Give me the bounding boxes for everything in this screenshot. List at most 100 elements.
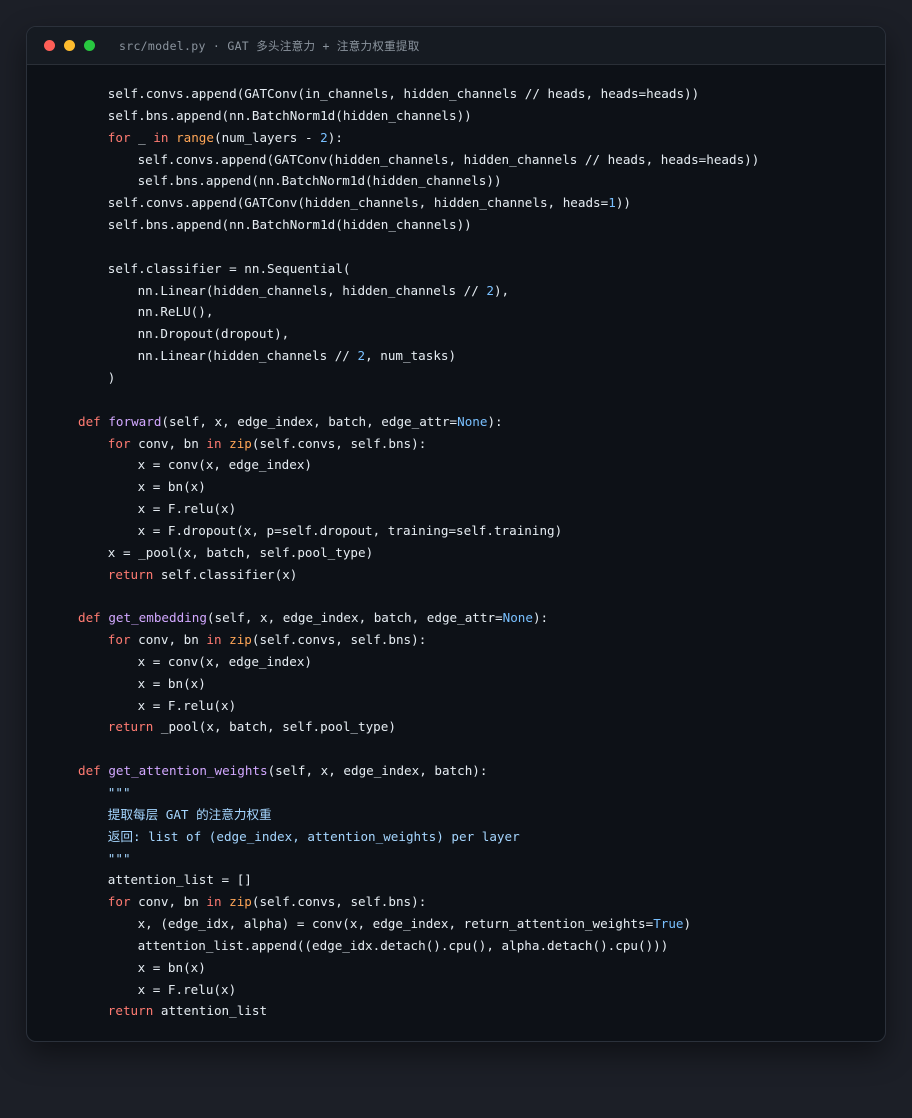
- code-line: attention_list.append((edge_idx.detach()…: [78, 935, 885, 957]
- code-token: """: [107, 785, 131, 800]
- code-token: 1: [608, 195, 616, 211]
- code-token: (num_layers -: [213, 129, 321, 145]
- code-line: self.bns.append(nn.BatchNorm1d(hidden_ch…: [78, 170, 885, 192]
- code-token: in: [206, 894, 222, 910]
- code-token: attention_list: [153, 1003, 268, 1019]
- code-token: nn.Dropout(dropout),: [137, 326, 290, 342]
- code-token: range: [176, 129, 214, 145]
- code-token: """: [107, 850, 131, 866]
- code-token: zip: [229, 632, 252, 648]
- code-token: x = bn(x): [137, 675, 206, 691]
- code-token: return: [107, 1003, 154, 1019]
- code-line: x = F.relu(x): [78, 695, 885, 717]
- code-token: (self.convs, self.bns):: [251, 435, 427, 451]
- code-token: _pool(x, batch, self.pool_type): [153, 719, 396, 735]
- minimize-window-button[interactable]: [64, 40, 75, 51]
- code-line: def get_attention_weights(self, x, edge_…: [78, 760, 885, 782]
- code-token: zip: [229, 435, 252, 451]
- code-line: x = F.relu(x): [78, 498, 885, 520]
- code-line: for conv, bn in zip(self.convs, self.bns…: [78, 629, 885, 651]
- code-token: get_attention_weights: [108, 763, 268, 779]
- code-line: nn.ReLU(),: [78, 301, 885, 323]
- code-line: def forward(self, x, edge_index, batch, …: [78, 411, 885, 433]
- code-token: None: [457, 413, 488, 429]
- code-token: def: [78, 763, 101, 779]
- code-token: 2: [320, 129, 328, 145]
- code-line: return _pool(x, batch, self.pool_type): [78, 716, 885, 738]
- code-token: ):: [327, 129, 343, 145]
- code-line: x = bn(x): [78, 673, 885, 695]
- code-token: x = bn(x): [137, 479, 206, 495]
- code-token: x = F.dropout(x, p=self.dropout, trainin…: [137, 522, 563, 538]
- code-line: x = bn(x): [78, 957, 885, 979]
- code-line: ): [78, 367, 885, 389]
- code-token: _: [130, 129, 154, 145]
- window-title: src/model.py · GAT 多头注意力 + 注意力权重提取: [119, 38, 420, 53]
- code-token: (self.convs, self.bns):: [251, 894, 427, 910]
- code-token: in: [206, 435, 222, 451]
- code-line: x, (edge_idx, alpha) = conv(x, edge_inde…: [78, 913, 885, 935]
- code-token: (self, x, edge_index, batch, edge_attr=: [206, 610, 503, 626]
- code-line: attention_list = []: [78, 869, 885, 891]
- code-token: in: [206, 632, 222, 648]
- code-token: 2: [357, 348, 366, 364]
- code-token: self.bns.append(nn.BatchNorm1d(hidden_ch…: [107, 107, 472, 123]
- code-token: (self.convs, self.bns):: [251, 632, 427, 648]
- code-token: 返回: list of (edge_index, attention_weigh…: [107, 828, 520, 844]
- code-token: get_embedding: [108, 610, 207, 626]
- code-token: (self, x, edge_index, batch):: [267, 763, 488, 779]
- code-token: attention_list = []: [107, 872, 252, 888]
- code-token: self.bns.append(nn.BatchNorm1d(hidden_ch…: [107, 217, 472, 233]
- code-token: x = conv(x, edge_index): [137, 653, 312, 669]
- code-line: x = _pool(x, batch, self.pool_type): [78, 542, 885, 564]
- code-token: nn.Linear(hidden_channels, hidden_channe…: [137, 282, 487, 298]
- code-line: self.bns.append(nn.BatchNorm1d(hidden_ch…: [78, 214, 885, 236]
- code-token: self.bns.append(nn.BatchNorm1d(hidden_ch…: [137, 173, 502, 189]
- code-token: nn.ReLU(),: [137, 304, 214, 320]
- code-token: 2: [486, 282, 494, 298]
- code-token: def: [78, 610, 101, 626]
- code-token: ): [107, 369, 116, 385]
- code-token: x = _pool(x, batch, self.pool_type): [107, 544, 374, 560]
- code-line: nn.Linear(hidden_channels, hidden_channe…: [78, 280, 885, 302]
- code-line: x = bn(x): [78, 476, 885, 498]
- code-token: for: [107, 632, 131, 648]
- code-token: conv, bn: [130, 632, 207, 648]
- close-window-button[interactable]: [44, 40, 55, 51]
- code-line: for conv, bn in zip(self.convs, self.bns…: [78, 891, 885, 913]
- code-line: """: [78, 848, 885, 870]
- code-token: self.classifier(x): [153, 566, 298, 582]
- maximize-window-button[interactable]: [84, 40, 95, 51]
- code-line: return attention_list: [78, 1000, 885, 1022]
- code-line: nn.Linear(hidden_channels // 2, num_task…: [78, 345, 885, 367]
- code-token: self.classifier = nn.Sequential(: [107, 260, 351, 276]
- code-line: self.bns.append(nn.BatchNorm1d(hidden_ch…: [78, 105, 885, 127]
- code-line: for _ in range(num_layers - 2):: [78, 127, 885, 149]
- code-token: self.convs.append(GATConv(hidden_channel…: [137, 151, 760, 167]
- code-line: nn.Dropout(dropout),: [78, 323, 885, 345]
- code-token: conv, bn: [130, 435, 207, 451]
- code-token: x, (edge_idx, alpha) = conv(x, edge_inde…: [137, 916, 654, 932]
- code-token: ):: [487, 413, 503, 429]
- code-line: self.convs.append(GATConv(in_channels, h…: [78, 83, 885, 105]
- code-line: for conv, bn in zip(self.convs, self.bns…: [78, 433, 885, 455]
- code-line: x = conv(x, edge_index): [78, 651, 885, 673]
- code-token: x = conv(x, edge_index): [137, 457, 312, 473]
- code-token: , num_tasks): [365, 348, 457, 364]
- code-line: 返回: list of (edge_index, attention_weigh…: [78, 826, 885, 848]
- code-line: x = F.relu(x): [78, 979, 885, 1001]
- code-line: self.convs.append(GATConv(hidden_channel…: [78, 192, 885, 214]
- code-token: (self, x, edge_index, batch, edge_attr=: [161, 413, 458, 429]
- code-token: True: [653, 916, 684, 932]
- code-token: in: [153, 129, 169, 145]
- code-line: return self.classifier(x): [78, 564, 885, 586]
- window-titlebar: src/model.py · GAT 多头注意力 + 注意力权重提取: [27, 27, 885, 65]
- code-block[interactable]: self.convs.append(GATConv(in_channels, h…: [27, 83, 885, 1022]
- code-token: attention_list.append((edge_idx.detach()…: [137, 937, 669, 953]
